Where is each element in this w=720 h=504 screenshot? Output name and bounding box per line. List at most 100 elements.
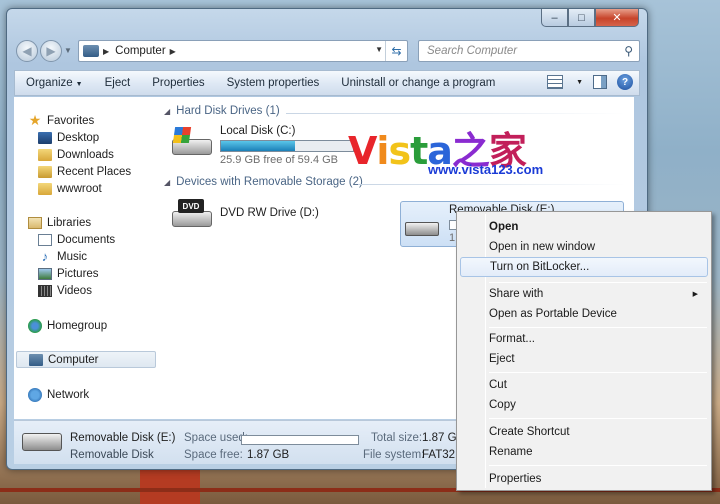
sidebar-item-label: Favorites <box>47 114 95 127</box>
forward-arrow-icon: ▶ <box>46 44 56 58</box>
drive-free-space: 25.9 GB free of 59.4 GB <box>220 154 339 166</box>
local-disk-c[interactable]: Local Disk (C:) 25.9 GB free of 59.4 GB <box>170 125 354 166</box>
sidebar-item-desktop[interactable]: Desktop <box>38 129 158 146</box>
menu-separator <box>489 418 707 419</box>
minimize-button[interactable]: – <box>541 9 568 27</box>
recent-places-icon <box>38 165 52 178</box>
sidebar-item-favorites[interactable]: ★ Favorites <box>28 112 158 129</box>
system-properties-button[interactable]: System properties <box>216 77 331 89</box>
back-button[interactable]: ◀ <box>16 40 38 62</box>
address-dropdown-icon[interactable]: ▼ <box>375 45 383 54</box>
menu-item-share-with[interactable]: Share with ▶ <box>460 284 708 304</box>
group-divider <box>286 113 626 114</box>
menu-item-eject[interactable]: Eject <box>460 349 708 369</box>
sidebar-item-documents[interactable]: Documents <box>38 231 158 248</box>
sidebar-item-label: Desktop <box>57 131 100 144</box>
videos-icon <box>38 284 52 297</box>
menu-item-turn-on-bitlocker[interactable]: Turn on BitLocker... <box>460 257 708 277</box>
hard-disk-group-header[interactable]: ◢ Hard Disk Drives (1) <box>164 105 280 117</box>
preview-pane-icon[interactable] <box>593 75 607 89</box>
forward-button[interactable]: ▶ <box>40 40 62 62</box>
removable-storage-group-header[interactable]: ◢ Devices with Removable Storage (2) <box>164 176 363 188</box>
refresh-button[interactable]: ⇆ <box>385 41 407 61</box>
menu-item-create-shortcut[interactable]: Create Shortcut <box>460 422 708 442</box>
sidebar-item-label: Documents <box>57 233 116 246</box>
menu-item-properties[interactable]: Properties <box>460 469 708 489</box>
usb-drive-icon <box>22 433 62 451</box>
sidebar-item-homegroup[interactable]: Homegroup <box>28 317 158 334</box>
drive-body <box>172 211 212 227</box>
menu-item-open-portable-device[interactable]: Open as Portable Device <box>460 304 708 324</box>
menu-item-copy[interactable]: Copy <box>460 395 708 415</box>
eject-button[interactable]: Eject <box>94 77 142 89</box>
menu-separator <box>489 327 707 328</box>
maximize-button[interactable]: □ <box>568 9 595 27</box>
menu-item-label: Share with <box>489 288 544 300</box>
sidebar-item-downloads[interactable]: Downloads <box>38 146 158 163</box>
space-used-bar <box>241 435 359 445</box>
menu-item-open[interactable]: Open <box>460 217 708 237</box>
watermark-char: i <box>376 129 389 173</box>
music-note-icon: ♪ <box>41 249 49 264</box>
sidebar-item-network[interactable]: Network <box>28 386 158 403</box>
menu-item-rename[interactable]: Rename <box>460 442 708 462</box>
sidebar-item-computer[interactable]: Computer <box>16 351 156 368</box>
homegroup-icon <box>28 318 42 333</box>
change-view-icon[interactable] <box>547 75 564 89</box>
group-label: Hard Disk Drives (1) <box>176 105 280 117</box>
search-icon[interactable]: ⚲ <box>624 44 633 58</box>
sidebar-item-label: Music <box>57 250 88 263</box>
properties-button[interactable]: Properties <box>141 77 215 89</box>
uninstall-program-button[interactable]: Uninstall or change a program <box>330 77 506 89</box>
sidebar-item-pictures[interactable]: Pictures <box>38 265 158 282</box>
watermark-char: t <box>410 129 428 173</box>
dvd-rw-drive-d[interactable]: DVD DVD RW Drive (D:) <box>170 197 319 231</box>
watermark-url: www.vista123.com <box>428 162 544 177</box>
menu-item-cut[interactable]: Cut <box>460 375 708 395</box>
organize-label: Organize <box>26 77 73 89</box>
address-bar[interactable]: ▶ Computer ▶ ▼ ⇆ <box>78 40 408 62</box>
address-chevron-icon[interactable]: ▶ <box>170 47 176 56</box>
folder-icon <box>38 182 52 195</box>
sidebar-item-music[interactable]: ♪ Music <box>38 248 158 265</box>
desktop-icon <box>38 131 52 144</box>
address-text: Computer <box>115 45 166 57</box>
menu-separator <box>489 372 707 373</box>
collapse-triangle-icon[interactable]: ◢ <box>164 107 170 116</box>
menu-item-format[interactable]: Format... <box>460 329 708 349</box>
space-free-label: Space free: <box>184 449 243 461</box>
help-icon[interactable]: ? <box>617 74 633 90</box>
navigation-pane: ★ Favorites Desktop Downloads Recent Plac… <box>14 97 162 419</box>
documents-icon <box>38 233 52 246</box>
caption-buttons: – □ ✕ <box>541 9 639 27</box>
libraries-icon <box>28 216 42 229</box>
hard-drive-icon <box>170 125 214 159</box>
organize-button[interactable]: Organize ▼ <box>15 77 94 89</box>
sidebar-item-label: Computer <box>48 353 99 366</box>
recent-pages-dropdown[interactable]: ▼ <box>64 46 72 55</box>
group-label: Devices with Removable Storage (2) <box>176 176 363 188</box>
dvd-logo: DVD <box>178 199 204 213</box>
computer-icon <box>29 353 43 366</box>
network-icon <box>28 387 42 402</box>
menu-item-open-new-window[interactable]: Open in new window <box>460 237 708 257</box>
drive-name: Local Disk (C:) <box>220 125 296 137</box>
menu-separator <box>489 282 707 283</box>
computer-icon <box>83 45 99 57</box>
chevron-down-icon[interactable]: ▼ <box>576 79 583 86</box>
watermark-char: V <box>348 129 377 173</box>
address-chevron-icon[interactable]: ▶ <box>103 47 109 56</box>
collapse-triangle-icon[interactable]: ◢ <box>164 178 170 187</box>
search-box[interactable]: Search Computer ⚲ <box>418 40 640 62</box>
search-input[interactable]: Search Computer <box>427 45 517 57</box>
file-system-label: File system: <box>363 449 425 461</box>
sidebar-item-recent-places[interactable]: Recent Places <box>38 163 158 180</box>
group-divider <box>358 184 626 185</box>
sidebar-item-libraries[interactable]: Libraries <box>28 214 158 231</box>
sidebar-item-label: Network <box>47 388 90 401</box>
back-arrow-icon: ◀ <box>22 44 32 58</box>
close-button[interactable]: ✕ <box>595 9 639 27</box>
sidebar-item-wwwroot[interactable]: wwwroot <box>38 180 158 197</box>
navigation-bar: ◀ ▶ ▼ ▶ Computer ▶ ▼ ⇆ Search Computer ⚲ <box>14 38 642 64</box>
sidebar-item-videos[interactable]: Videos <box>38 282 158 299</box>
